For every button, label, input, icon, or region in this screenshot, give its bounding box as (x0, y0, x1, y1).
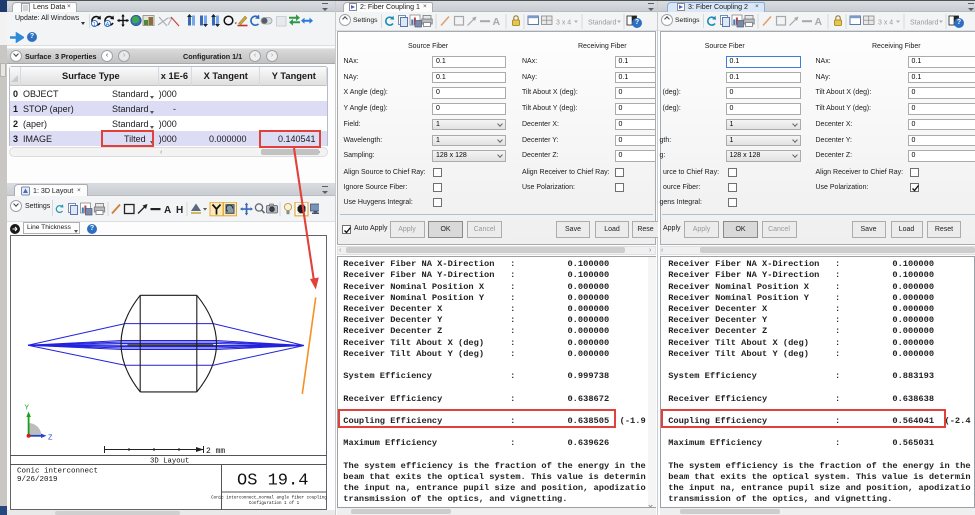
svg-text:3 x 4: 3 x 4 (878, 20, 893, 27)
svg-text:OS 19.4: OS 19.4 (237, 472, 308, 491)
svg-text:A: A (164, 205, 171, 216)
svg-text:Configuration 1 of 1: Configuration 1 of 1 (249, 501, 300, 506)
svg-text:Conic interconnect: Conic interconnect (17, 468, 98, 476)
svg-text:A: A (106, 22, 110, 28)
svg-text:Conic interconnect_normal angl: Conic interconnect_normal angle fiber co… (211, 496, 327, 501)
svg-text:H: H (176, 205, 183, 216)
svg-text:9/26/2019: 9/26/2019 (17, 476, 58, 484)
svg-text:3D Layout: 3D Layout (150, 458, 189, 466)
svg-text:A: A (815, 16, 823, 28)
svg-text:Z: Z (48, 434, 53, 442)
svg-text:Y: Y (25, 405, 30, 413)
svg-text:Standard: Standard (910, 20, 939, 27)
svg-text:A: A (493, 16, 501, 28)
svg-text:1: 1 (93, 22, 96, 28)
svg-text:Standard: Standard (588, 20, 617, 27)
svg-text:3 x 4: 3 x 4 (556, 20, 571, 27)
svg-text:2 mm: 2 mm (206, 447, 225, 456)
